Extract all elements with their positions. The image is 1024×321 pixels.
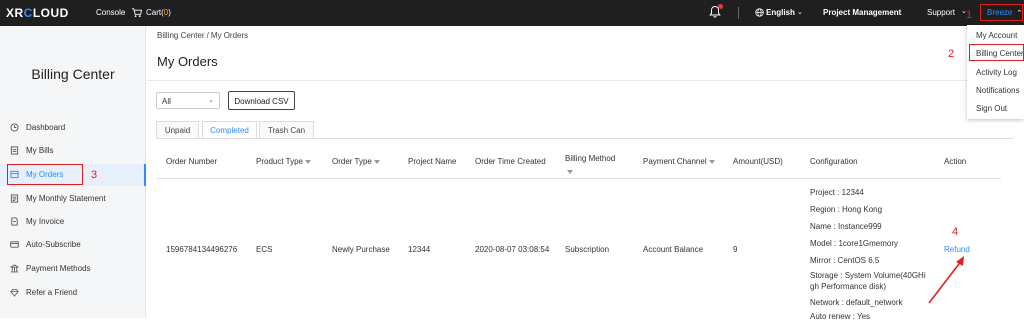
menu-item-activity-log[interactable]: Activity Log — [976, 68, 1017, 77]
filter-icon[interactable] — [373, 160, 380, 164]
billing-method-cell: Subscription — [565, 245, 610, 254]
highlight-box-billing-center — [969, 44, 1024, 61]
column-header-order-time: Order Time Created — [475, 157, 546, 166]
annotation-step-2: 2 — [948, 48, 955, 60]
clock-icon — [10, 123, 19, 132]
card-icon — [10, 241, 19, 248]
sidebar-item-label: Refer a Friend — [26, 288, 78, 297]
sidebar-item-label: Dashboard — [26, 123, 66, 132]
divider — [147, 80, 1024, 81]
amount-cell: 9 — [733, 245, 738, 254]
tab-trash-can[interactable]: Trash Can — [259, 121, 314, 138]
menu-item-sign-out[interactable]: Sign Out — [976, 104, 1007, 113]
breadcrumb-parent[interactable]: Billing Center — [157, 31, 205, 40]
divider — [738, 7, 739, 19]
sidebar-item-label: My Invoice — [26, 217, 65, 226]
filter-icon[interactable] — [567, 170, 573, 174]
column-header-action: Action — [944, 157, 967, 166]
config-name: Name : Instance999 — [810, 222, 882, 231]
table-header-divider — [156, 178, 1001, 179]
bills-icon — [10, 146, 19, 155]
annotation-step-3: 3 — [91, 169, 98, 181]
column-header-order-type[interactable]: Order Type — [332, 157, 380, 166]
user-menu-button[interactable]: Breeze ⌃ — [980, 4, 1023, 21]
cart-icon[interactable] — [131, 7, 142, 18]
sidebar-title: Billing Center — [31, 66, 115, 82]
page-title: My Orders — [157, 54, 218, 69]
column-header-payment-channel[interactable]: Payment Channel — [643, 157, 715, 166]
diamond-icon — [10, 288, 19, 297]
config-model: Model : 1core1Gmemory — [810, 239, 899, 248]
notification-dot — [718, 4, 723, 9]
top-navigation-bar: XRCLOUD Console Cart(0) English ⌄ Projec… — [0, 0, 1024, 26]
order-number-cell: 1596784134496276 — [166, 245, 238, 254]
globe-icon — [755, 8, 764, 17]
language-selector[interactable]: English — [766, 8, 795, 17]
filter-icon[interactable] — [305, 160, 311, 164]
column-header-order-number: Order Number — [166, 157, 218, 166]
annotation-step-1: 1 — [966, 9, 973, 21]
menu-item-my-account[interactable]: My Account — [976, 31, 1017, 40]
menu-item-notifications[interactable]: Notifications — [976, 86, 1020, 95]
sidebar-item-payment-methods[interactable]: Payment Methods — [0, 258, 146, 280]
sidebar-item-label: Auto-Subscribe — [26, 240, 81, 249]
column-header-product-type[interactable]: Product Type — [256, 157, 311, 166]
order-type-cell: Newly Purchase — [332, 245, 390, 254]
highlight-box-my-orders — [7, 164, 83, 185]
config-project: Project : 12344 — [810, 188, 864, 197]
console-link[interactable]: Console — [96, 8, 125, 17]
chevron-down-icon: ⌄ — [797, 9, 803, 16]
sidebar-item-my-bills[interactable]: My Bills — [0, 140, 146, 162]
column-header-configuration: Configuration — [810, 157, 858, 166]
sidebar-item-label: My Bills — [26, 146, 54, 155]
product-type-cell: ECS — [256, 245, 273, 254]
invoice-icon — [11, 217, 18, 226]
sidebar-item-auto-subscribe[interactable]: Auto-Subscribe — [0, 234, 146, 256]
cart-link[interactable]: Cart(0) — [146, 8, 171, 17]
sidebar-item-dashboard[interactable]: Dashboard — [0, 117, 146, 139]
logo[interactable]: XRCLOUD — [6, 6, 69, 20]
sidebar-item-refer-a-friend[interactable]: Refer a Friend — [0, 282, 146, 304]
filter-icon[interactable] — [708, 160, 715, 164]
download-csv-button[interactable]: Download CSV — [228, 91, 295, 110]
annotation-step-4: 4 — [952, 226, 959, 238]
sidebar-item-my-invoice[interactable]: My Invoice — [0, 211, 146, 233]
sidebar-item-label: My Monthly Statement — [26, 194, 106, 203]
payment-channel-cell: Account Balance — [643, 245, 704, 254]
sidebar-item-monthly-statement[interactable]: My Monthly Statement — [0, 188, 146, 210]
config-region: Region : Hong Kong — [810, 205, 883, 214]
user-dropdown-menu: My Account Billing Center Activity Log N… — [967, 25, 1024, 119]
chevron-up-icon: ⌃ — [1016, 10, 1023, 17]
config-storage-cont: gh Performance disk) — [810, 282, 887, 291]
breadcrumb-separator: / — [206, 31, 209, 40]
annotation-arrow — [928, 256, 964, 304]
column-header-project-name: Project Name — [408, 157, 457, 166]
config-mirror: Mirror : CentOS 6.5 — [810, 256, 880, 265]
sidebar-item-label: Payment Methods — [26, 264, 91, 273]
project-name-cell: 12344 — [408, 245, 431, 254]
tab-completed[interactable]: Completed — [202, 121, 257, 138]
config-network: Network : default_network — [810, 298, 903, 307]
config-auto-renew: Auto renew : Yes — [810, 312, 871, 321]
order-time-cell: 2020-08-07 03:08:54 — [475, 245, 550, 254]
breadcrumb-current: My Orders — [210, 31, 249, 40]
column-header-amount: Amount(USD) — [733, 157, 783, 166]
tabs-underline — [156, 138, 1013, 139]
support-menu[interactable]: Support — [927, 8, 955, 17]
column-header-billing-method[interactable]: Billing Method — [565, 152, 625, 178]
select-value: All — [162, 97, 171, 106]
statement-icon — [10, 194, 19, 203]
order-filter-select[interactable]: All ⌄ — [156, 92, 220, 109]
project-management-link[interactable]: Project Management — [823, 8, 901, 17]
breadcrumb: Billing Center / My Orders — [157, 31, 248, 40]
config-storage: Storage : System Volume(40GHi — [810, 271, 926, 280]
chevron-down-icon: ⌄ — [208, 97, 214, 104]
bank-icon — [10, 264, 19, 273]
tab-unpaid[interactable]: Unpaid — [156, 121, 199, 138]
